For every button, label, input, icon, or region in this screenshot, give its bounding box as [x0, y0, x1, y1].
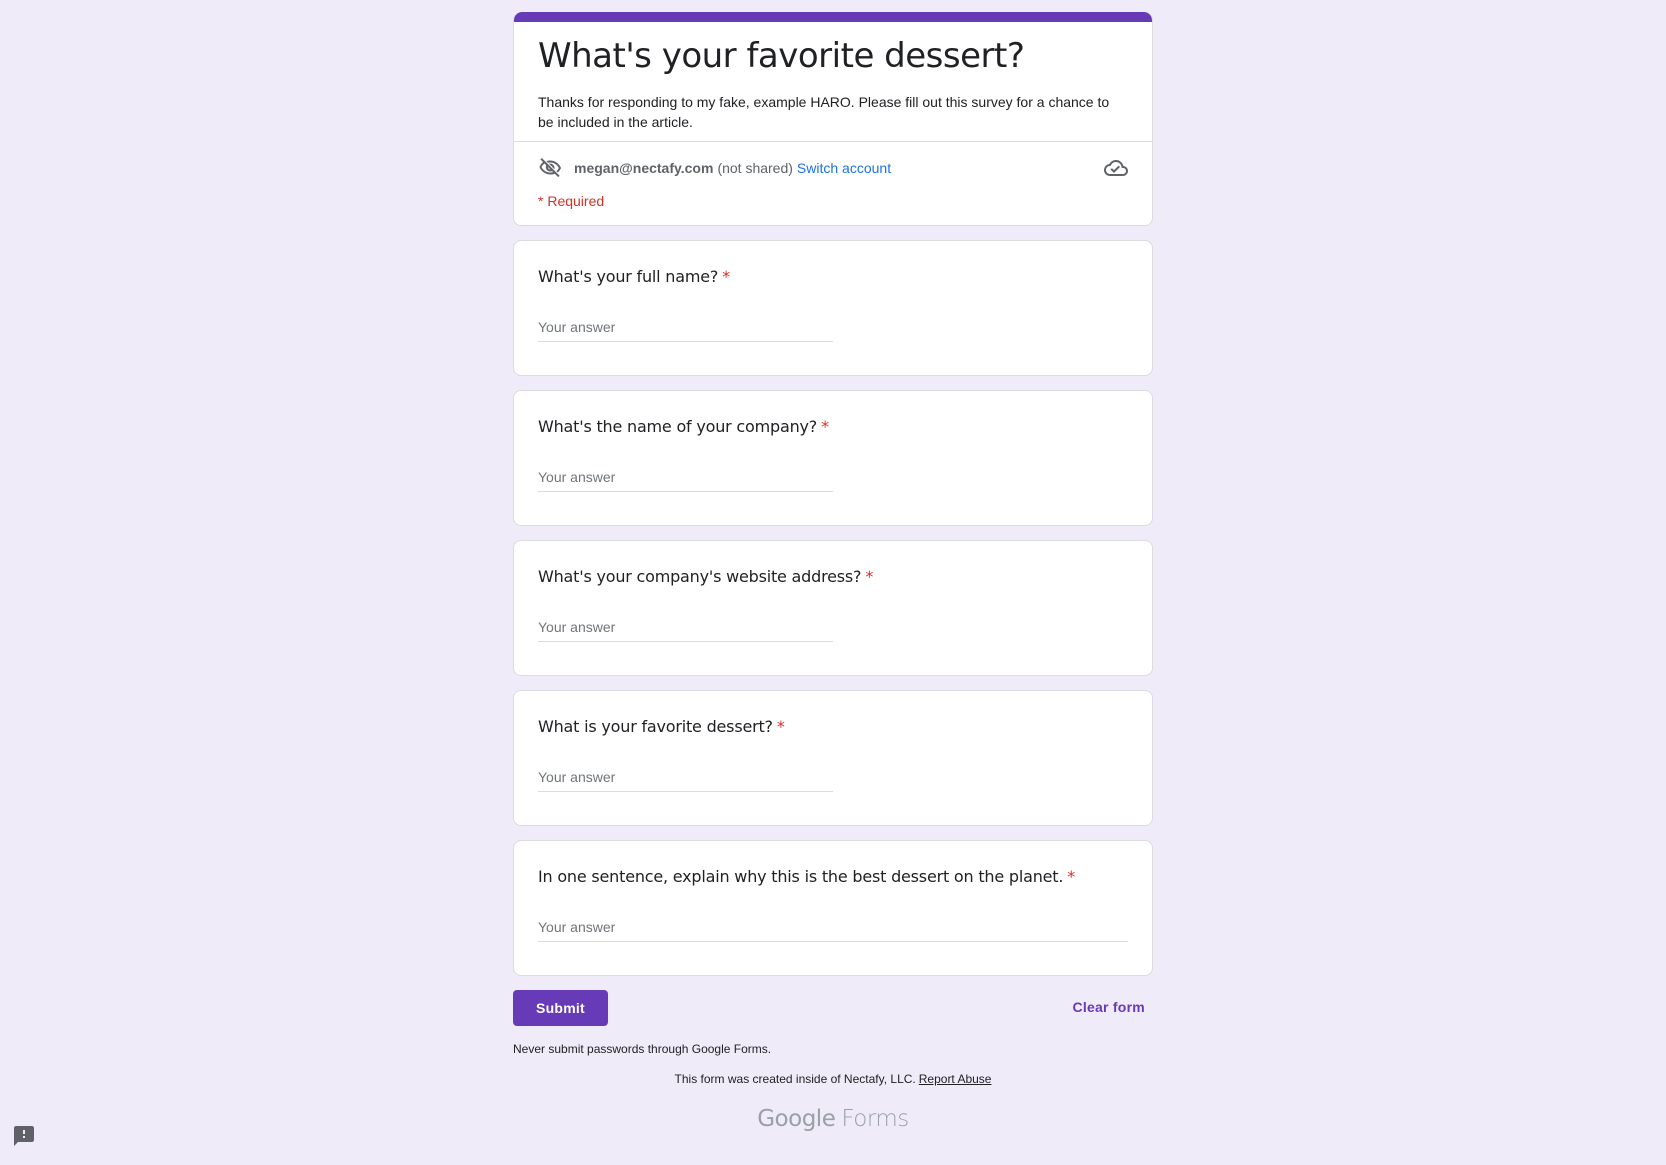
explanation-input[interactable] — [538, 919, 1128, 942]
question-title: What's your company's website address? * — [538, 565, 873, 589]
eye-off-icon — [539, 158, 561, 178]
required-asterisk: * — [1067, 867, 1076, 886]
password-warning: Never submit passwords through Google Fo… — [513, 1042, 772, 1056]
favorite-dessert-input[interactable] — [538, 769, 833, 792]
form-title: What's your favorite dessert? — [538, 36, 1025, 76]
question-text: What's your full name? — [538, 267, 719, 286]
logo-google-text: Google — [757, 1106, 836, 1132]
question-card-full-name: What's your full name? * — [513, 240, 1153, 376]
question-text: What's the name of your company? — [538, 417, 818, 436]
report-feedback-icon[interactable] — [12, 1124, 36, 1148]
clear-form-button[interactable]: Clear form — [1072, 999, 1145, 1015]
submit-button[interactable]: Submit — [513, 990, 608, 1026]
question-text: What is your favorite dessert? — [538, 717, 773, 736]
required-asterisk: * — [821, 417, 829, 436]
full-name-input[interactable] — [538, 319, 833, 342]
required-asterisk: * — [865, 567, 874, 586]
created-text: This form was created inside of Nectafy,… — [674, 1072, 916, 1086]
form-container: What's your favorite dessert? Thanks for… — [513, 12, 1153, 1026]
question-card-explanation: In one sentence, explain why this is the… — [513, 840, 1153, 976]
header-divider — [514, 141, 1152, 142]
switch-account-link[interactable]: Switch account — [797, 160, 891, 176]
logo-forms-text: Forms — [841, 1106, 909, 1132]
cloud-done-icon — [1104, 160, 1128, 176]
header-accent-band — [514, 12, 1152, 22]
required-asterisk: * — [776, 717, 785, 736]
company-name-input[interactable] — [538, 469, 833, 492]
form-description: Thanks for responding to my fake, exampl… — [538, 94, 1110, 130]
question-title: What's the name of your company? * — [538, 415, 829, 439]
required-note: * Required — [538, 193, 605, 209]
question-text: In one sentence, explain why this is the… — [538, 867, 1064, 886]
question-card-company-name: What's the name of your company? * — [513, 390, 1153, 526]
form-actions: Submit Clear form — [513, 990, 1153, 1026]
created-by-notice: This form was created inside of Nectafy,… — [513, 1072, 1153, 1086]
report-abuse-link[interactable]: Report Abuse — [919, 1072, 992, 1086]
question-text: What's your company's website address? — [538, 567, 862, 586]
question-title: What is your favorite dessert? * — [538, 715, 785, 739]
google-forms-logo: Google Forms — [513, 1106, 1153, 1132]
question-card-website: What's your company's website address? * — [513, 540, 1153, 676]
not-shared-label: (not shared) — [717, 160, 793, 176]
website-input[interactable] — [538, 619, 833, 642]
question-title: In one sentence, explain why this is the… — [538, 865, 1075, 889]
question-card-favorite-dessert: What is your favorite dessert? * — [513, 690, 1153, 826]
required-asterisk: * — [722, 267, 730, 286]
account-email: megan@nectafy.com — [574, 160, 714, 176]
question-title: What's your full name? * — [538, 265, 730, 289]
form-header-card: What's your favorite dessert? Thanks for… — [513, 12, 1153, 226]
account-row: megan@nectafy.com (not shared) Switch ac… — [538, 156, 891, 180]
